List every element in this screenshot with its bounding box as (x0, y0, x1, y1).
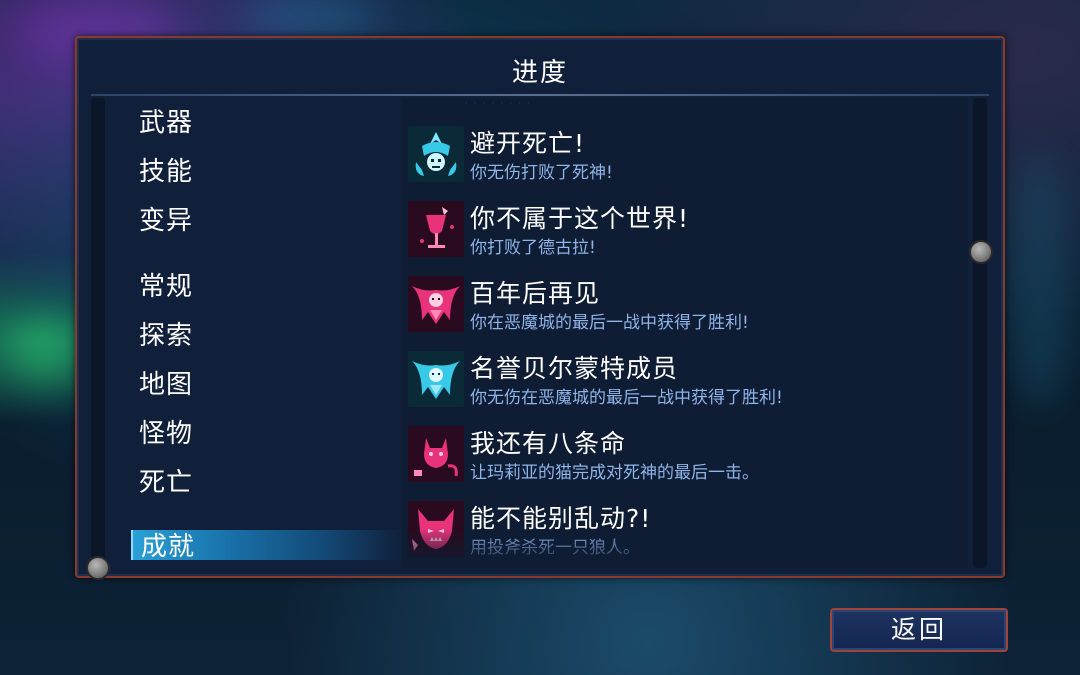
category-mutations[interactable]: 变异 (139, 200, 193, 237)
achievement-list[interactable]: · · · · · · · · 避开死亡! 你无伤打败了死神! 你不属于这个世界… (402, 98, 968, 568)
category-map[interactable]: 地图 (139, 364, 193, 401)
background-glow (10, 320, 80, 380)
achievement-title: 名誉贝尔蒙特成员 (470, 354, 679, 383)
achievement-scrollbar[interactable] (973, 98, 987, 568)
category-weapons[interactable]: 武器 (139, 102, 193, 139)
background-glow (240, 0, 380, 30)
wine-glass-icon (408, 201, 464, 257)
title-divider (91, 94, 989, 96)
category-achievements-selected[interactable]: 成就 (131, 530, 403, 562)
category-monsters[interactable]: 怪物 (139, 413, 193, 450)
achievement-description: 让玛莉亚的猫完成对死神的最后一击。 (470, 463, 759, 483)
category-scroll-knob[interactable] (86, 556, 110, 580)
category-achievements-label: 成就 (141, 532, 196, 562)
achievement-description: 你无伤打败了死神! (470, 163, 613, 183)
category-exploration[interactable]: 探索 (139, 315, 193, 352)
achievement-description: 用投斧杀死一只狼人。 (470, 538, 640, 558)
category-skills[interactable]: 技能 (139, 151, 193, 188)
progress-panel: 进度 武器 技能 变异 常规 探索 地图 怪物 死亡 成就 · · · · · … (75, 36, 1005, 580)
achievement-description: 你无伤在恶魔城的最后一战中获得了胜利! (470, 388, 783, 408)
clipped-previous-entry: · · · · · · · · (464, 98, 531, 112)
achievement-item[interactable]: 我还有八条命 让玛莉亚的猫完成对死神的最后一击。 (408, 424, 964, 486)
achievement-item[interactable]: 名誉贝尔蒙特成员 你无伤在恶魔城的最后一战中获得了胜利! (408, 349, 964, 411)
back-button[interactable]: 返回 (830, 608, 1008, 652)
category-scrollbar[interactable] (91, 98, 105, 568)
werewolf-icon (408, 501, 464, 557)
reaper-skull-icon (408, 126, 464, 182)
dracula-icon (408, 276, 464, 332)
achievement-title: 避开死亡! (470, 129, 586, 158)
achievement-item[interactable]: 避开死亡! 你无伤打败了死神! (408, 124, 964, 186)
background-glow (1010, 150, 1070, 410)
cat-icon (408, 426, 464, 482)
achievement-item[interactable]: 你不属于这个世界! 你打败了德古拉! (408, 199, 964, 261)
achievement-title: 百年后再见 (470, 279, 601, 308)
achievement-title: 我还有八条命 (470, 429, 627, 458)
achievement-scroll-knob[interactable] (969, 240, 993, 264)
achievement-description: 你打败了德古拉! (470, 238, 596, 258)
achievement-title: 你不属于这个世界! (470, 204, 690, 233)
achievement-item[interactable]: 百年后再见 你在恶魔城的最后一战中获得了胜利! (408, 274, 964, 336)
dracula-cyan-icon (408, 351, 464, 407)
achievement-item[interactable]: 能不能别乱动?! 用投斧杀死一只狼人。 (408, 499, 964, 561)
achievement-description: 你在恶魔城的最后一战中获得了胜利! (470, 313, 749, 333)
achievement-title: 能不能别乱动?! (470, 504, 652, 533)
category-general[interactable]: 常规 (139, 266, 193, 303)
category-deaths[interactable]: 死亡 (139, 462, 193, 499)
panel-title: 进度 (511, 58, 568, 88)
